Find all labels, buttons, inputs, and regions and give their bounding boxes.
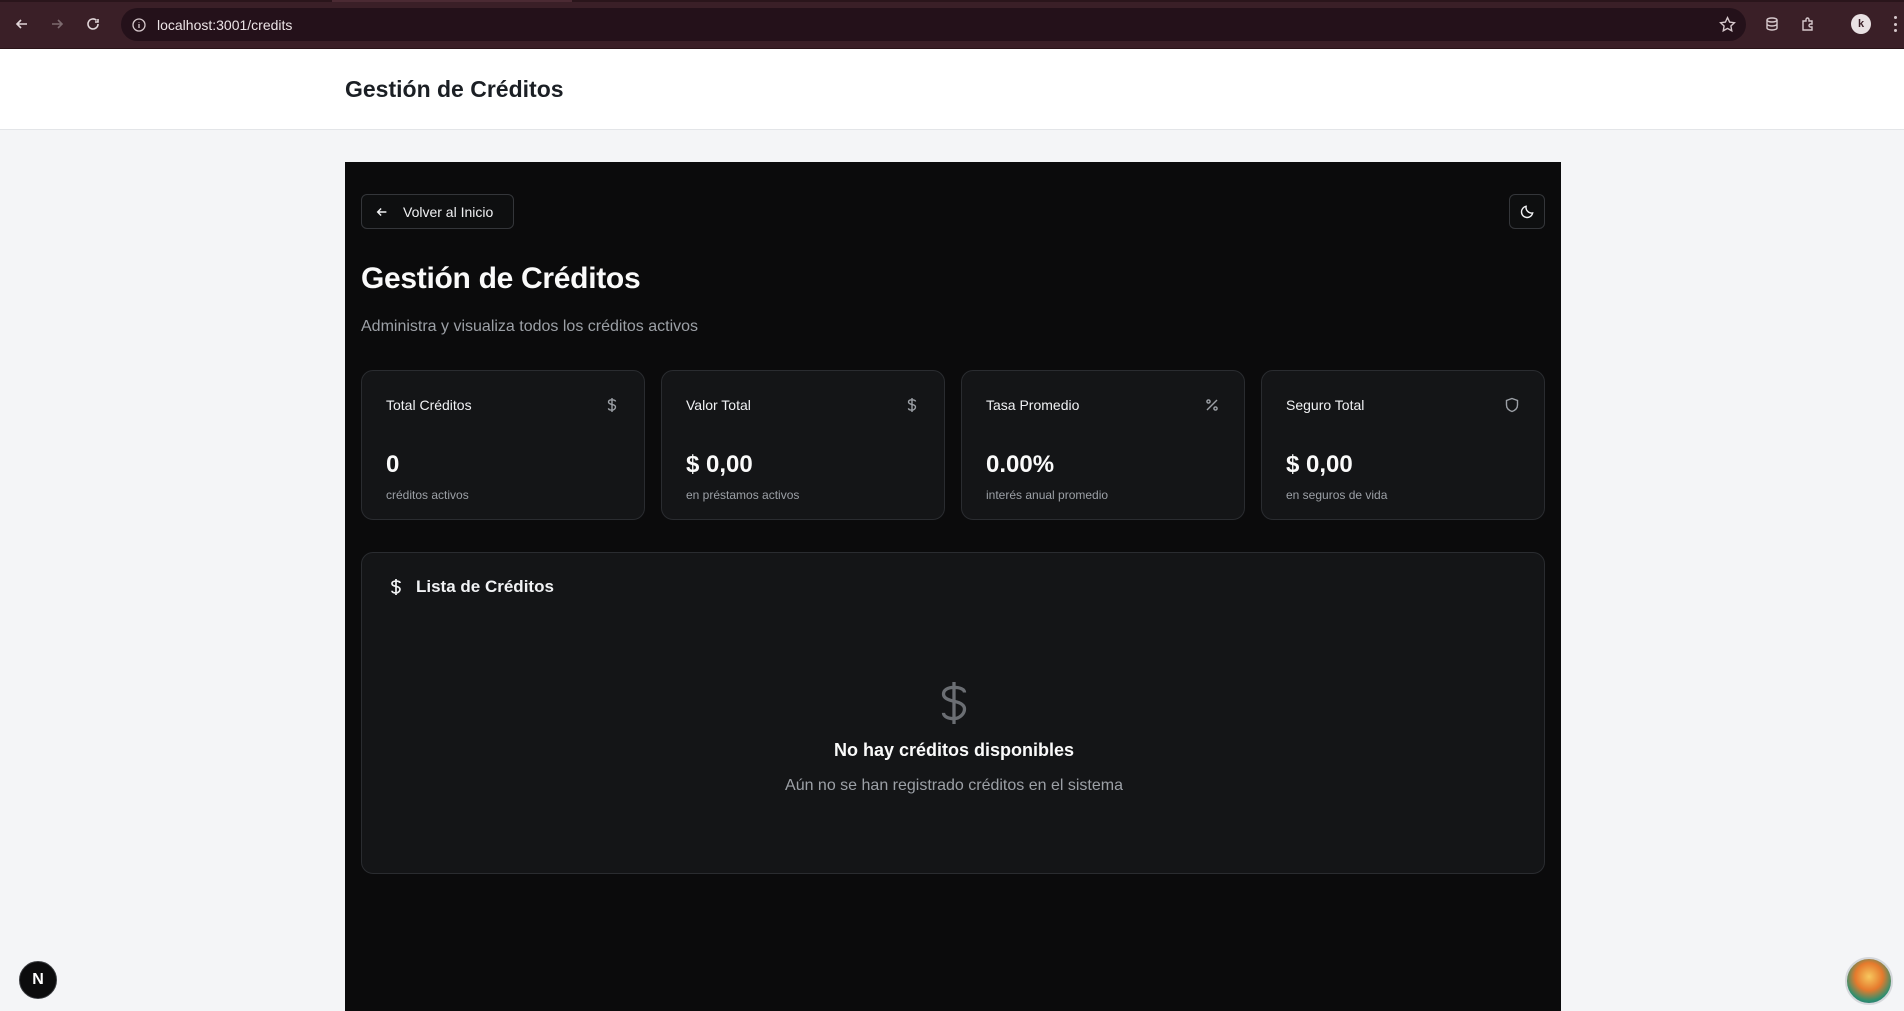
dollar-icon bbox=[388, 577, 406, 597]
stat-value: 0 bbox=[386, 451, 400, 478]
stat-card-total-value: Valor Total $ 0,00 en préstamos activos bbox=[661, 370, 945, 520]
stat-card-total-insurance: Seguro Total $ 0,00 en seguros de vida bbox=[1261, 370, 1545, 520]
theme-toggle-button[interactable] bbox=[1509, 194, 1545, 229]
stat-caption: interés anual promedio bbox=[986, 488, 1109, 502]
stat-label: Total Créditos bbox=[386, 397, 472, 413]
empty-state-dollar-icon bbox=[932, 679, 976, 727]
forward-arrow-icon[interactable] bbox=[45, 12, 69, 36]
back-arrow-icon[interactable] bbox=[10, 12, 34, 36]
browser-toolbar: localhost:3001/credits k bbox=[0, 0, 1904, 49]
empty-state-title: No hay créditos disponibles bbox=[833, 740, 1075, 760]
address-bar[interactable]: localhost:3001/credits bbox=[121, 8, 1746, 41]
nextjs-dev-badge[interactable]: N bbox=[19, 961, 57, 999]
browser-menu-icon[interactable] bbox=[1893, 16, 1897, 32]
dollar-icon bbox=[904, 397, 920, 413]
stat-value: $ 0,00 bbox=[1286, 451, 1353, 478]
reload-icon[interactable] bbox=[81, 12, 105, 36]
extensions-puzzle-icon[interactable] bbox=[1797, 13, 1819, 35]
dollar-icon bbox=[604, 397, 620, 413]
moon-icon bbox=[1520, 205, 1534, 219]
credit-list-header: Lista de Créditos bbox=[388, 577, 554, 597]
back-to-home-label: Volver al Inicio bbox=[403, 203, 494, 220]
stat-value: $ 0,00 bbox=[686, 451, 753, 478]
shield-icon bbox=[1504, 397, 1520, 413]
stat-label: Tasa Promedio bbox=[986, 397, 1080, 413]
stat-label: Valor Total bbox=[686, 397, 751, 413]
tab-strip bbox=[0, 0, 1904, 2]
url-text[interactable]: localhost:3001/credits bbox=[157, 17, 292, 33]
empty-state-subtitle: Aún no se han registrado créditos en el … bbox=[785, 777, 1123, 794]
database-extension-icon[interactable] bbox=[1761, 13, 1783, 35]
percent-icon bbox=[1204, 397, 1220, 413]
stat-caption: en seguros de vida bbox=[1286, 488, 1388, 502]
page-subtitle: Administra y visualiza todos los crédito… bbox=[361, 318, 699, 335]
stat-card-average-rate: Tasa Promedio 0.00% interés anual promed… bbox=[961, 370, 1245, 520]
profile-avatar[interactable]: k bbox=[1851, 14, 1871, 34]
bookmark-star-icon[interactable] bbox=[1719, 15, 1736, 33]
page-title: Gestión de Créditos bbox=[361, 262, 641, 295]
back-to-home-button[interactable]: Volver al Inicio bbox=[361, 194, 514, 229]
app-header: Gestión de Créditos bbox=[0, 49, 1904, 130]
stat-value: 0.00% bbox=[986, 451, 1055, 478]
site-info-icon[interactable] bbox=[131, 17, 147, 33]
credits-panel: Volver al Inicio Gestión de Créditos Adm… bbox=[345, 162, 1561, 1011]
assistant-avatar-button[interactable] bbox=[1845, 957, 1893, 1005]
stat-label: Seguro Total bbox=[1286, 397, 1365, 413]
stat-caption: créditos activos bbox=[386, 488, 469, 502]
stat-card-total-credits: Total Créditos 0 créditos activos bbox=[361, 370, 645, 520]
credit-list-title: Lista de Créditos bbox=[416, 577, 554, 596]
credit-list-card: Lista de Créditos No hay créditos dispon… bbox=[361, 552, 1545, 874]
app-header-title: Gestión de Créditos bbox=[345, 76, 564, 102]
stat-caption: en préstamos activos bbox=[686, 488, 800, 502]
arrow-left-icon bbox=[375, 204, 391, 220]
